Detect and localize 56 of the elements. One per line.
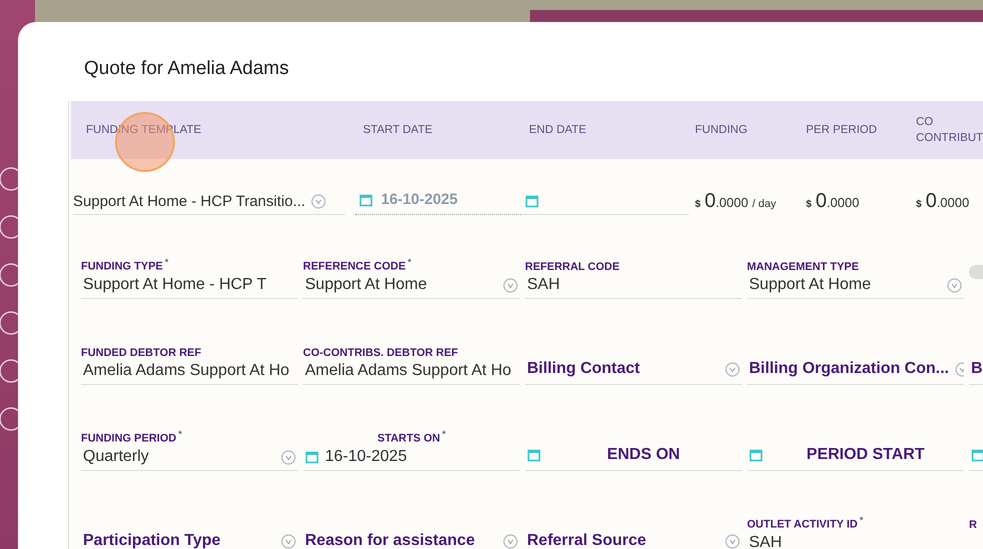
input-field[interactable]: SAH — [525, 273, 742, 299]
required-mark: * — [442, 429, 446, 440]
select-field[interactable]: Reason for assistance — [303, 527, 520, 549]
select-field[interactable]: Support At Home — [303, 273, 520, 299]
select-field[interactable]: Billing Contact — [525, 355, 742, 385]
chevron-icon — [281, 450, 296, 464]
calendar-icon — [527, 448, 541, 462]
field-label: R — [969, 519, 977, 531]
input-field[interactable]: Support At Home - HCP T — [81, 273, 298, 299]
date-field[interactable]: PERIOD START — [747, 441, 964, 471]
input-field[interactable]: SAH — [747, 531, 964, 549]
required-mark: * — [408, 257, 412, 268]
date-field[interactable]: ENDS ON — [525, 441, 742, 471]
calendar-icon — [749, 448, 763, 462]
chevron-icon — [311, 194, 326, 209]
select-field[interactable]: B — [969, 355, 983, 385]
column-header: FUNDING — [695, 124, 748, 136]
amount-text: $ 0.0000 / day — [695, 190, 776, 214]
field-label: MANAGEMENT TYPE — [747, 261, 859, 273]
calendar-icon — [971, 448, 983, 462]
select-field[interactable]: Participation Type — [81, 527, 298, 549]
chevron-icon — [725, 534, 740, 548]
column-header: END DATE — [529, 124, 586, 136]
field-label: FUNDING PERIOD — [81, 433, 176, 445]
select-field[interactable]: Referral Source — [525, 527, 742, 549]
calendar-icon — [305, 450, 319, 464]
field-label: OUTLET ACTIVITY ID — [747, 519, 858, 531]
required-mark: * — [860, 515, 864, 526]
select-field[interactable]: Billing Organization Con... — [747, 355, 964, 385]
dialog-title: Quote for Amelia Adams — [84, 58, 290, 80]
required-mark: * — [164, 257, 168, 268]
chevron-icon — [503, 534, 518, 548]
field-label: REFERENCE CODE — [303, 261, 406, 273]
input-field[interactable]: Amelia Adams Support At Ho — [81, 359, 298, 385]
amount-text: $ 0.0000 — [916, 190, 970, 214]
calendar-icon — [525, 194, 539, 208]
chevron-icon — [281, 534, 296, 548]
calendar-icon — [359, 192, 373, 206]
amount-text: $ 0.0000 — [806, 190, 860, 214]
input-field[interactable]: Amelia Adams Support At Ho — [303, 359, 520, 385]
select-field[interactable]: Quarterly — [81, 445, 298, 471]
chevron-icon — [503, 278, 518, 292]
column-header: CO CONTRIBUT — [916, 116, 983, 144]
column-header: PER PERIOD — [806, 124, 877, 136]
field-label: FUNDING TYPE — [81, 261, 163, 273]
field-label: CO-CONTRIBS. DEBTOR REF — [303, 347, 458, 359]
required-mark: * — [178, 429, 182, 440]
field-label: STARTS ON — [377, 433, 440, 445]
date-field[interactable]: 16-10-2025 — [303, 445, 520, 471]
field-label: FUNDED DEBTOR REF — [81, 347, 202, 359]
column-header: START DATE — [363, 124, 432, 136]
chevron-icon — [947, 278, 962, 292]
chevron-icon — [725, 362, 740, 376]
field-label: REFERRAL CODE — [525, 261, 620, 273]
template-select[interactable]: Support At Home - HCP Transitio... — [73, 187, 345, 215]
select-field[interactable]: Support At Home — [747, 273, 964, 299]
